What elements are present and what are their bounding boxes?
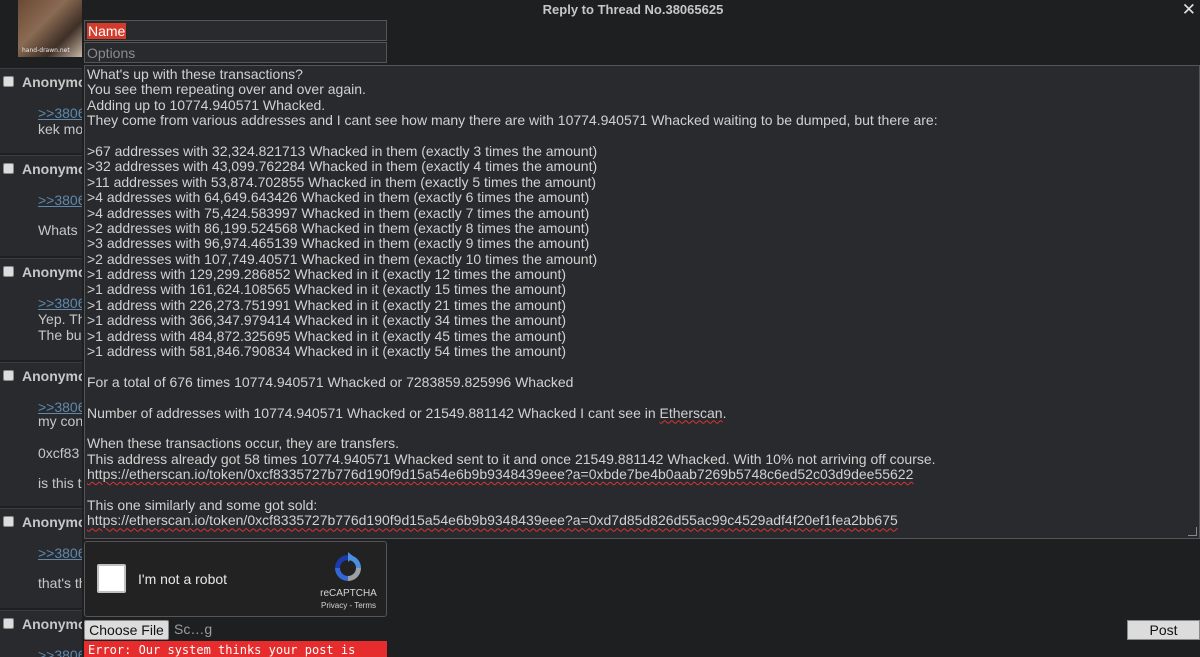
post-checkbox[interactable] xyxy=(3,266,14,277)
resize-handle[interactable] xyxy=(1188,527,1197,536)
comment-line: >1 address with 581,846.790834 Whacked i… xyxy=(87,343,566,360)
comment-line: >4 addresses with 75,424.583997 Whacked … xyxy=(87,204,590,221)
options-field[interactable]: Options xyxy=(84,42,387,63)
comment-line: >32 addresses with 43,099.762284 Whacked… xyxy=(87,158,598,175)
selected-file-name: Sc…g xyxy=(174,621,213,637)
comment-line: They come from various addresses and I c… xyxy=(87,112,938,129)
thread-post: Anonymous >>38065625 xyxy=(0,610,82,657)
post-text: 0xcf83 xyxy=(38,445,80,461)
comment-line: When these transactions occur, they are … xyxy=(87,435,400,452)
post-text: my con xyxy=(38,413,82,429)
comment-line xyxy=(87,421,1197,436)
post-checkbox[interactable] xyxy=(3,163,14,174)
thread-post: Anonymous>>38065625my con0xcf83is this t xyxy=(0,362,82,506)
thread-thumbnail[interactable]: hand-drawn.net xyxy=(18,0,82,57)
comment-line: >1 address with 226,273.751991 Whacked i… xyxy=(87,296,566,313)
comment-line: >4 addresses with 64,649.643426 Whacked … xyxy=(87,189,590,206)
comment-url: https://etherscan.io/token/0xcf8335727b7… xyxy=(87,512,898,529)
choose-file-button[interactable]: Choose File xyxy=(84,620,169,640)
post-text: Whats xyxy=(38,222,78,238)
comment-line: >1 address with 484,872.325695 Whacked i… xyxy=(87,327,566,344)
comment-line: >11 addresses with 53,874.702855 Whacked… xyxy=(87,173,597,190)
comment-line: >1 address with 129,299.286852 Whacked i… xyxy=(87,266,566,283)
quote-link[interactable]: >>38065625 xyxy=(38,192,82,208)
poster-name: Anonymous xyxy=(22,74,82,90)
name-field[interactable]: Name xyxy=(84,20,387,41)
comment-line: >2 addresses with 107,749.40571 Whacked … xyxy=(87,250,598,267)
comment-line: Adding up to 10774.940571 Whacked. xyxy=(87,96,326,113)
name-value: Name xyxy=(87,23,127,39)
comment-line: >3 addresses with 96,974.465139 Whacked … xyxy=(87,235,590,252)
post-text: Yep. Th xyxy=(38,311,82,327)
recaptcha-label: I'm not a robot xyxy=(138,571,228,587)
comment-line: You see them repeating over and over aga… xyxy=(87,81,366,98)
comment-line xyxy=(87,359,1197,374)
poster-name: Anonymous xyxy=(22,616,82,632)
quote-link[interactable]: >>38065625 xyxy=(38,295,82,311)
comment-line: What's up with these transactions? xyxy=(87,66,303,82)
quote-link[interactable]: >>38065625 xyxy=(38,545,82,561)
reply-dialog: Reply to Thread No.38065625 ✕ Name Optio… xyxy=(82,0,1200,657)
comment-line: This address already got 58 times 10774.… xyxy=(87,450,936,467)
post-button[interactable]: Post xyxy=(1127,620,1200,640)
recaptcha-privacy-terms-link[interactable]: Privacy - Terms xyxy=(311,601,386,610)
comment-line: >2 addresses with 86,199.524568 Whacked … xyxy=(87,219,590,236)
post-text: is this t xyxy=(38,475,82,491)
dialog-title: Reply to Thread No.38065625 xyxy=(542,2,724,17)
comment-line: https://etherscan.io/token/0xcf8335727b7… xyxy=(87,513,1197,528)
poster-name: Anonymous xyxy=(22,368,82,384)
thread-post: Anonymous >>38065625 that's th xyxy=(0,508,82,608)
quote-link[interactable]: >>38065625 xyxy=(38,105,82,121)
comment-url: https://etherscan.io/token/0xcf8335727b7… xyxy=(87,466,914,483)
comment-line: For a total of 676 times 10774.940571 Wh… xyxy=(87,373,574,390)
comment-line: https://etherscan.io/token/0xcf8335727b7… xyxy=(87,466,1197,483)
comment-line: Number of addresses with 10774.940571 Wh… xyxy=(87,404,727,421)
poster-name: Anonymous xyxy=(22,161,82,177)
recaptcha-widget: I'm not a robot reCAPTCHA Privacy - Term… xyxy=(84,541,387,617)
comment-line: >1 address with 366,347.979414 Whacked i… xyxy=(87,312,566,329)
comment-line xyxy=(87,390,1197,405)
post-checkbox[interactable] xyxy=(3,76,14,87)
thread-post: Anonymous >>38065625 Whats xyxy=(0,155,82,256)
comment-textarea[interactable]: What's up with these transactions? You se… xyxy=(84,65,1200,539)
recaptcha-checkbox[interactable] xyxy=(97,564,126,593)
quote-link[interactable]: >>38065625 xyxy=(38,647,82,657)
close-icon[interactable]: ✕ xyxy=(1182,0,1196,20)
poster-name: Anonymous xyxy=(22,264,82,280)
poster-name: Anonymous xyxy=(22,514,82,530)
comment-line xyxy=(87,483,1197,498)
thread-post: Anonymous >>38065625Yep. ThThe bu xyxy=(0,258,82,360)
comment-line: >67 addresses with 32,324.821713 Whacked… xyxy=(87,142,598,159)
recaptcha-brand: reCAPTCHA xyxy=(320,588,377,599)
thumbnail-caption: hand-drawn.net xyxy=(22,47,70,54)
post-text: kek mo xyxy=(38,121,82,137)
comment-line: This one similarly and some got sold: xyxy=(87,496,318,513)
thread-post: Anonymous >>38065625kek mo xyxy=(0,68,82,153)
comment-line xyxy=(87,129,1197,144)
misspelled-word: Etherscan xyxy=(659,404,723,421)
background-thread: hand-drawn.net Anonymous>>38065625kek mo… xyxy=(0,0,82,657)
recaptcha-logo-icon xyxy=(335,552,361,581)
post-checkbox[interactable] xyxy=(3,618,14,629)
post-text: that's th xyxy=(38,575,82,591)
post-text: The bu xyxy=(38,327,82,343)
post-checkbox[interactable] xyxy=(3,370,14,381)
error-message: Error: Our system thinks your post is xyxy=(84,641,387,657)
post-checkbox[interactable] xyxy=(3,516,14,527)
comment-line: >1 address with 161,624.108565 Whacked i… xyxy=(87,281,566,298)
